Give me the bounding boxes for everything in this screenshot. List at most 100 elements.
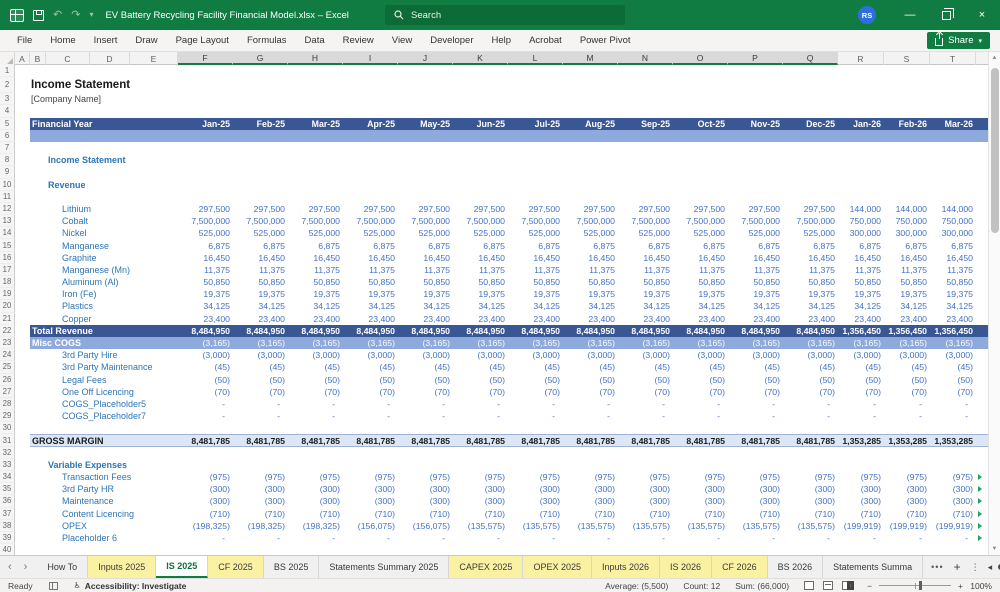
row-header-10[interactable]: 10: [0, 178, 15, 191]
cell-I20[interactable]: 34,125: [343, 300, 398, 312]
cell-G39[interactable]: -: [233, 532, 288, 544]
sheet-tab-bs-2026[interactable]: BS 2026: [768, 556, 824, 578]
cell-row-label-17[interactable]: Manganese (Mn): [62, 264, 130, 276]
cell-P21[interactable]: 23,400: [728, 313, 783, 325]
row-header-40[interactable]: 40: [0, 544, 15, 555]
cell-Q19[interactable]: 19,375: [783, 288, 838, 300]
row-header-28[interactable]: 28: [0, 397, 15, 411]
cell-P18[interactable]: 50,850: [728, 276, 783, 288]
cell-R34[interactable]: (975): [838, 471, 884, 483]
cell-L24[interactable]: (3,000): [508, 349, 563, 361]
cell-N29[interactable]: -: [618, 410, 673, 422]
cell-K20[interactable]: 34,125: [453, 300, 508, 312]
cell-T15[interactable]: 6,875: [930, 239, 976, 251]
cell-F23[interactable]: (3,165): [178, 337, 233, 349]
column-header-S[interactable]: S: [884, 52, 930, 65]
cell-row-label-21[interactable]: Copper: [62, 313, 92, 325]
cell-O13[interactable]: 7,500,000: [673, 215, 728, 227]
cell-O5[interactable]: Oct-25: [673, 118, 728, 130]
cell-H17[interactable]: 11,375: [288, 264, 343, 276]
cell-T39[interactable]: -: [930, 532, 976, 544]
cell-K38[interactable]: (135,575): [453, 520, 508, 532]
save-icon[interactable]: [33, 9, 44, 21]
cell-T35[interactable]: (300): [930, 483, 976, 495]
cell-N5[interactable]: Sep-25: [618, 118, 673, 130]
redo-icon[interactable]: ↷: [71, 9, 80, 21]
cell-G38[interactable]: (198,325): [233, 520, 288, 532]
cell-L12[interactable]: 297,500: [508, 203, 563, 215]
cell-N16[interactable]: 16,450: [618, 252, 673, 264]
cell-row-label-39[interactable]: Placeholder 6: [62, 532, 117, 544]
cell-row-label-23[interactable]: Misc COGS: [32, 337, 81, 349]
cell-N22[interactable]: 8,484,950: [618, 325, 673, 337]
column-header-D[interactable]: D: [90, 52, 130, 65]
cell-J20[interactable]: 34,125: [398, 300, 453, 312]
cell-L37[interactable]: (710): [508, 508, 563, 520]
cell-P25[interactable]: (45): [728, 361, 783, 373]
cell-S21[interactable]: 23,400: [884, 313, 930, 325]
cell-J23[interactable]: (3,165): [398, 337, 453, 349]
cell-I23[interactable]: (3,165): [343, 337, 398, 349]
cell-M5[interactable]: Aug-25: [563, 118, 618, 130]
cell-row-label-36[interactable]: Maintenance: [62, 495, 114, 507]
cell-F22[interactable]: 8,484,950: [178, 325, 233, 337]
sheet-tab-opex-2025[interactable]: OPEX 2025: [523, 556, 592, 578]
cell-L36[interactable]: (300): [508, 495, 563, 507]
tab-scroll-left-icon[interactable]: ‹: [8, 561, 12, 573]
cell-J37[interactable]: (710): [398, 508, 453, 520]
cell-G26[interactable]: (50): [233, 374, 288, 386]
ribbon-tab-draw[interactable]: Draw: [126, 30, 166, 52]
cell-S38[interactable]: (199,919): [884, 520, 930, 532]
cell-O16[interactable]: 16,450: [673, 252, 728, 264]
cell-M36[interactable]: (300): [563, 495, 618, 507]
cell-R35[interactable]: (300): [838, 483, 884, 495]
cell-P5[interactable]: Nov-25: [728, 118, 783, 130]
cell-P26[interactable]: (50): [728, 374, 783, 386]
cell-K35[interactable]: (300): [453, 483, 508, 495]
column-header-O[interactable]: O: [673, 52, 728, 65]
cell-G19[interactable]: 19,375: [233, 288, 288, 300]
cell-Q25[interactable]: (45): [783, 361, 838, 373]
cell-R13[interactable]: 750,000: [838, 215, 884, 227]
cell-N27[interactable]: (70): [618, 386, 673, 398]
cell-O29[interactable]: -: [673, 410, 728, 422]
scroll-down-icon[interactable]: ▼: [992, 543, 998, 555]
cell-I22[interactable]: 8,484,950: [343, 325, 398, 337]
ribbon-tab-formulas[interactable]: Formulas: [238, 30, 296, 52]
cell-S37[interactable]: (710): [884, 508, 930, 520]
cell-S29[interactable]: -: [884, 410, 930, 422]
cell-P14[interactable]: 525,000: [728, 227, 783, 239]
cell-H20[interactable]: 34,125: [288, 300, 343, 312]
cell-N13[interactable]: 7,500,000: [618, 215, 673, 227]
cell-P12[interactable]: 297,500: [728, 203, 783, 215]
cell-I38[interactable]: (156,075): [343, 520, 398, 532]
cell-J18[interactable]: 50,850: [398, 276, 453, 288]
cell-S39[interactable]: -: [884, 532, 930, 544]
cell-K34[interactable]: (975): [453, 471, 508, 483]
cell-K24[interactable]: (3,000): [453, 349, 508, 361]
cell-I26[interactable]: (50): [343, 374, 398, 386]
cell-F15[interactable]: 6,875: [178, 239, 233, 251]
cell-L20[interactable]: 34,125: [508, 300, 563, 312]
cell-R15[interactable]: 6,875: [838, 239, 884, 251]
row-header-34[interactable]: 34: [0, 471, 15, 484]
cell-H28[interactable]: -: [288, 398, 343, 410]
cell-M38[interactable]: (135,575): [563, 520, 618, 532]
cell-I25[interactable]: (45): [343, 361, 398, 373]
macro-record-icon[interactable]: [48, 581, 58, 590]
cell-R22[interactable]: 1,356,450: [838, 325, 884, 337]
cell-row-label-29[interactable]: COGS_Placeholder7: [62, 410, 146, 422]
cell-M31[interactable]: 8,481,785: [563, 434, 618, 446]
cell-Q34[interactable]: (975): [783, 471, 838, 483]
cell-N37[interactable]: (710): [618, 508, 673, 520]
accessibility-status[interactable]: ♿ Accessibility: Investigate: [74, 581, 187, 591]
cell-J31[interactable]: 8,481,785: [398, 434, 453, 446]
cell-I24[interactable]: (3,000): [343, 349, 398, 361]
row-header-19[interactable]: 19: [0, 288, 15, 301]
cell-M14[interactable]: 525,000: [563, 227, 618, 239]
cell-J22[interactable]: 8,484,950: [398, 325, 453, 337]
cell-F38[interactable]: (198,325): [178, 520, 233, 532]
cell-T16[interactable]: 16,450: [930, 252, 976, 264]
cell-K18[interactable]: 50,850: [453, 276, 508, 288]
cell-Q15[interactable]: 6,875: [783, 239, 838, 251]
